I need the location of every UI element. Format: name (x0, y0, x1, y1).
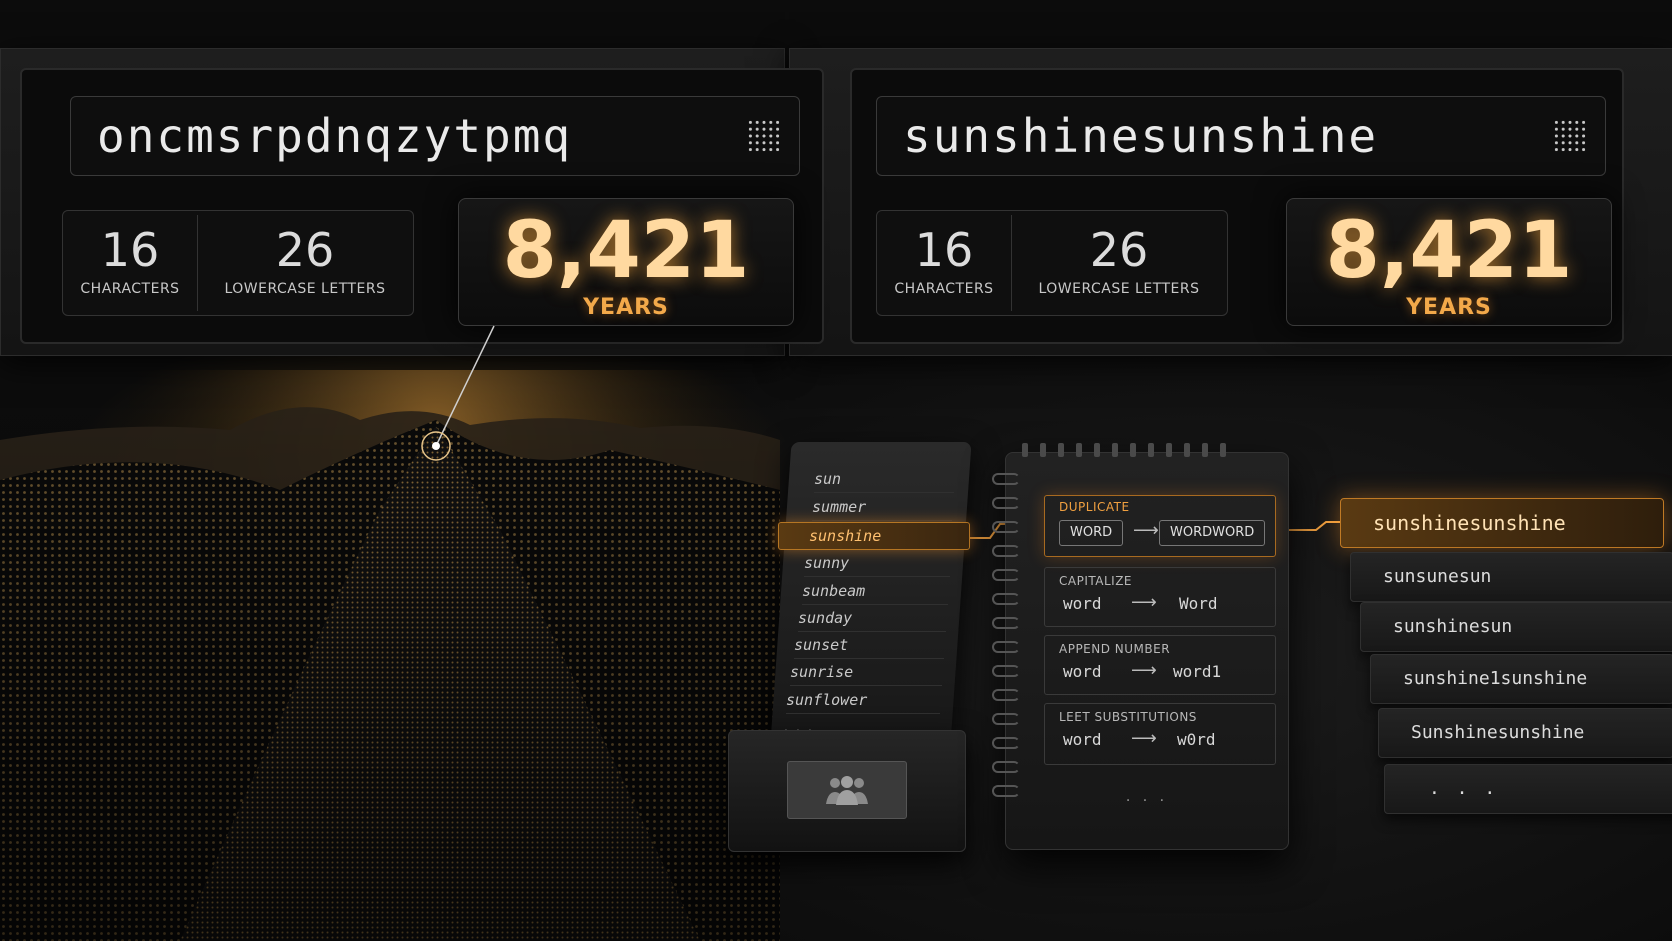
dictionary-word[interactable]: sunny (804, 550, 950, 577)
right-letters-value: 26 (1089, 223, 1149, 277)
rule-title: LEET SUBSTITUTIONS (1059, 710, 1197, 724)
left-characters-label: CHARACTERS (80, 281, 180, 297)
spiral-ring (1148, 443, 1154, 457)
dictionary-word[interactable]: sunset (794, 632, 944, 659)
rule-to: word1 (1173, 662, 1222, 681)
left-years-value: 8,421 (502, 206, 750, 296)
rule-to: Word (1179, 594, 1218, 613)
left-characters-value: 16 (100, 223, 160, 277)
rules-more: . . . (1125, 789, 1169, 805)
left-password-text: oncmsrpdnqzytpmq (97, 109, 573, 163)
candidates-more: . . . (1384, 764, 1672, 814)
right-years-box: 8,421 YEARS (1286, 198, 1612, 326)
rule-title: DUPLICATE (1059, 500, 1130, 514)
spiral-coil (992, 641, 1020, 653)
card-file-label-plate (787, 761, 907, 819)
stat-divider (197, 215, 198, 311)
spiral-ring (1058, 443, 1064, 457)
dictionary-word[interactable]: sunday (798, 605, 946, 632)
rule-leet-substitutions[interactable]: LEET SUBSTITUTIONS word ⟶ w0rd (1044, 703, 1276, 765)
spiral-coil (992, 473, 1020, 485)
left-letters-label: LOWERCASE LETTERS (224, 281, 386, 297)
spiral-ring (1022, 443, 1028, 457)
left-stats-box: 16 CHARACTERS 26 LOWERCASE LETTERS (62, 210, 414, 316)
spiral-coil (992, 545, 1020, 557)
right-characters-stat: 16 CHARACTERS (877, 211, 1011, 315)
rule-from: word (1063, 662, 1102, 681)
right-password-text: sunshinesunshine (903, 109, 1379, 163)
left-letters-stat: 26 LOWERCASE LETTERS (199, 211, 411, 315)
rule-title: APPEND NUMBER (1059, 642, 1171, 656)
left-letters-value: 26 (275, 223, 335, 277)
dictionary-card-file: sun summer sunshine sunny sunbeam sunday… (728, 430, 972, 852)
right-strength-panel: sunshinesunshine 16 CHARACTERS 26 LOWERC… (850, 68, 1624, 344)
candidate-item[interactable]: sunsunesun (1350, 552, 1672, 602)
candidate-item[interactable]: Sunshinesunshine (1378, 708, 1672, 758)
left-password-field[interactable]: oncmsrpdnqzytpmq (70, 96, 800, 176)
spiral-coil (992, 665, 1020, 677)
spiral-ring (1166, 443, 1172, 457)
grid-dots-icon[interactable] (747, 119, 781, 153)
spiral-coil (992, 593, 1020, 605)
dictionary-word[interactable]: sunbeam (802, 578, 948, 605)
spiral-ring (1076, 443, 1082, 457)
spiral-ring (1040, 443, 1046, 457)
rule-to-pill: WORDWORD (1159, 520, 1266, 546)
arrow-right-icon: ⟶ (1131, 660, 1157, 681)
grid-dots-icon[interactable] (1553, 119, 1587, 153)
spiral-ring (1184, 443, 1190, 457)
people-icon (826, 776, 868, 805)
right-years-value: 8,421 (1325, 206, 1573, 296)
spiral-ring (1220, 443, 1226, 457)
rule-from: word (1063, 730, 1102, 749)
right-characters-label: CHARACTERS (894, 281, 994, 297)
right-years-label: YEARS (1406, 295, 1492, 320)
brute-force-landscape (0, 370, 780, 941)
rule-capitalize[interactable]: CAPITALIZE word ⟶ Word (1044, 567, 1276, 627)
spiral-ring (1094, 443, 1100, 457)
spiral-coil (992, 569, 1020, 581)
spiral-coil (992, 713, 1020, 725)
rule-from-pill: WORD (1059, 520, 1124, 546)
spiral-ring (1130, 443, 1136, 457)
right-stats-box: 16 CHARACTERS 26 LOWERCASE LETTERS (876, 210, 1228, 316)
rules-notebook: DUPLICATE WORD ⟶ WORDWORD CAPITALIZE wor… (992, 443, 1289, 850)
candidate-match[interactable]: sunshinesunshine (1340, 498, 1664, 548)
stat-divider (1011, 215, 1012, 311)
spiral-ring (1202, 443, 1208, 457)
spiral-ring (1112, 443, 1118, 457)
left-years-box: 8,421 YEARS (458, 198, 794, 326)
spiral-coil (992, 737, 1020, 749)
dictionary-word[interactable]: sun (814, 466, 954, 493)
left-characters-stat: 16 CHARACTERS (63, 211, 197, 315)
rule-from: word (1063, 594, 1102, 613)
right-password-field[interactable]: sunshinesunshine (876, 96, 1606, 176)
candidate-stack: sunshinesunshine sunsunesun sunshinesun … (1340, 496, 1672, 846)
rule-duplicate[interactable]: DUPLICATE WORD ⟶ WORDWORD (1044, 495, 1276, 557)
arrow-right-icon: ⟶ (1131, 592, 1157, 613)
dictionary-word[interactable]: sunrise (790, 659, 942, 686)
dictionary-word-selected[interactable]: sunshine (778, 522, 970, 550)
candidate-item[interactable]: sunshine1sunshine (1370, 654, 1672, 704)
dictionary-word[interactable]: summer (812, 494, 952, 521)
candidate-item[interactable]: sunshinesun (1360, 602, 1672, 652)
right-letters-stat: 26 LOWERCASE LETTERS (1013, 211, 1225, 315)
spiral-coil (992, 617, 1020, 629)
spiral-coil (992, 689, 1020, 701)
left-years-label: YEARS (583, 295, 669, 320)
rule-append-number[interactable]: APPEND NUMBER word ⟶ word1 (1044, 635, 1276, 695)
spiral-coil (992, 761, 1020, 773)
dictionary-word[interactable]: sunflower (786, 687, 940, 714)
right-characters-value: 16 (914, 223, 974, 277)
right-letters-label: LOWERCASE LETTERS (1038, 281, 1200, 297)
spiral-coil (992, 521, 1020, 533)
rule-title: CAPITALIZE (1059, 574, 1132, 588)
left-strength-panel: oncmsrpdnqzytpmq 16 CHARACTERS 26 LOWERC… (20, 68, 824, 344)
card-file-box (728, 730, 966, 852)
spiral-coil (992, 497, 1020, 509)
arrow-right-icon: ⟶ (1131, 728, 1157, 749)
rule-to: w0rd (1177, 730, 1216, 749)
arrow-right-icon: ⟶ (1133, 520, 1159, 541)
